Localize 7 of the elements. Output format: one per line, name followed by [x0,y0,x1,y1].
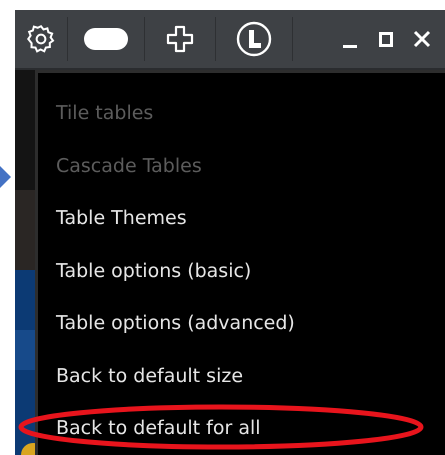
menu-item[interactable]: Table options (advanced) [56,309,295,338]
menu-item[interactable]: Table options (basic) [56,256,252,285]
menu-item[interactable]: Back to default size [56,362,244,390]
arrow-icon [0,166,11,188]
menu-item[interactable]: Table Themes [56,204,187,232]
close-icon[interactable] [413,30,431,48]
maximize-icon[interactable] [379,30,395,48]
